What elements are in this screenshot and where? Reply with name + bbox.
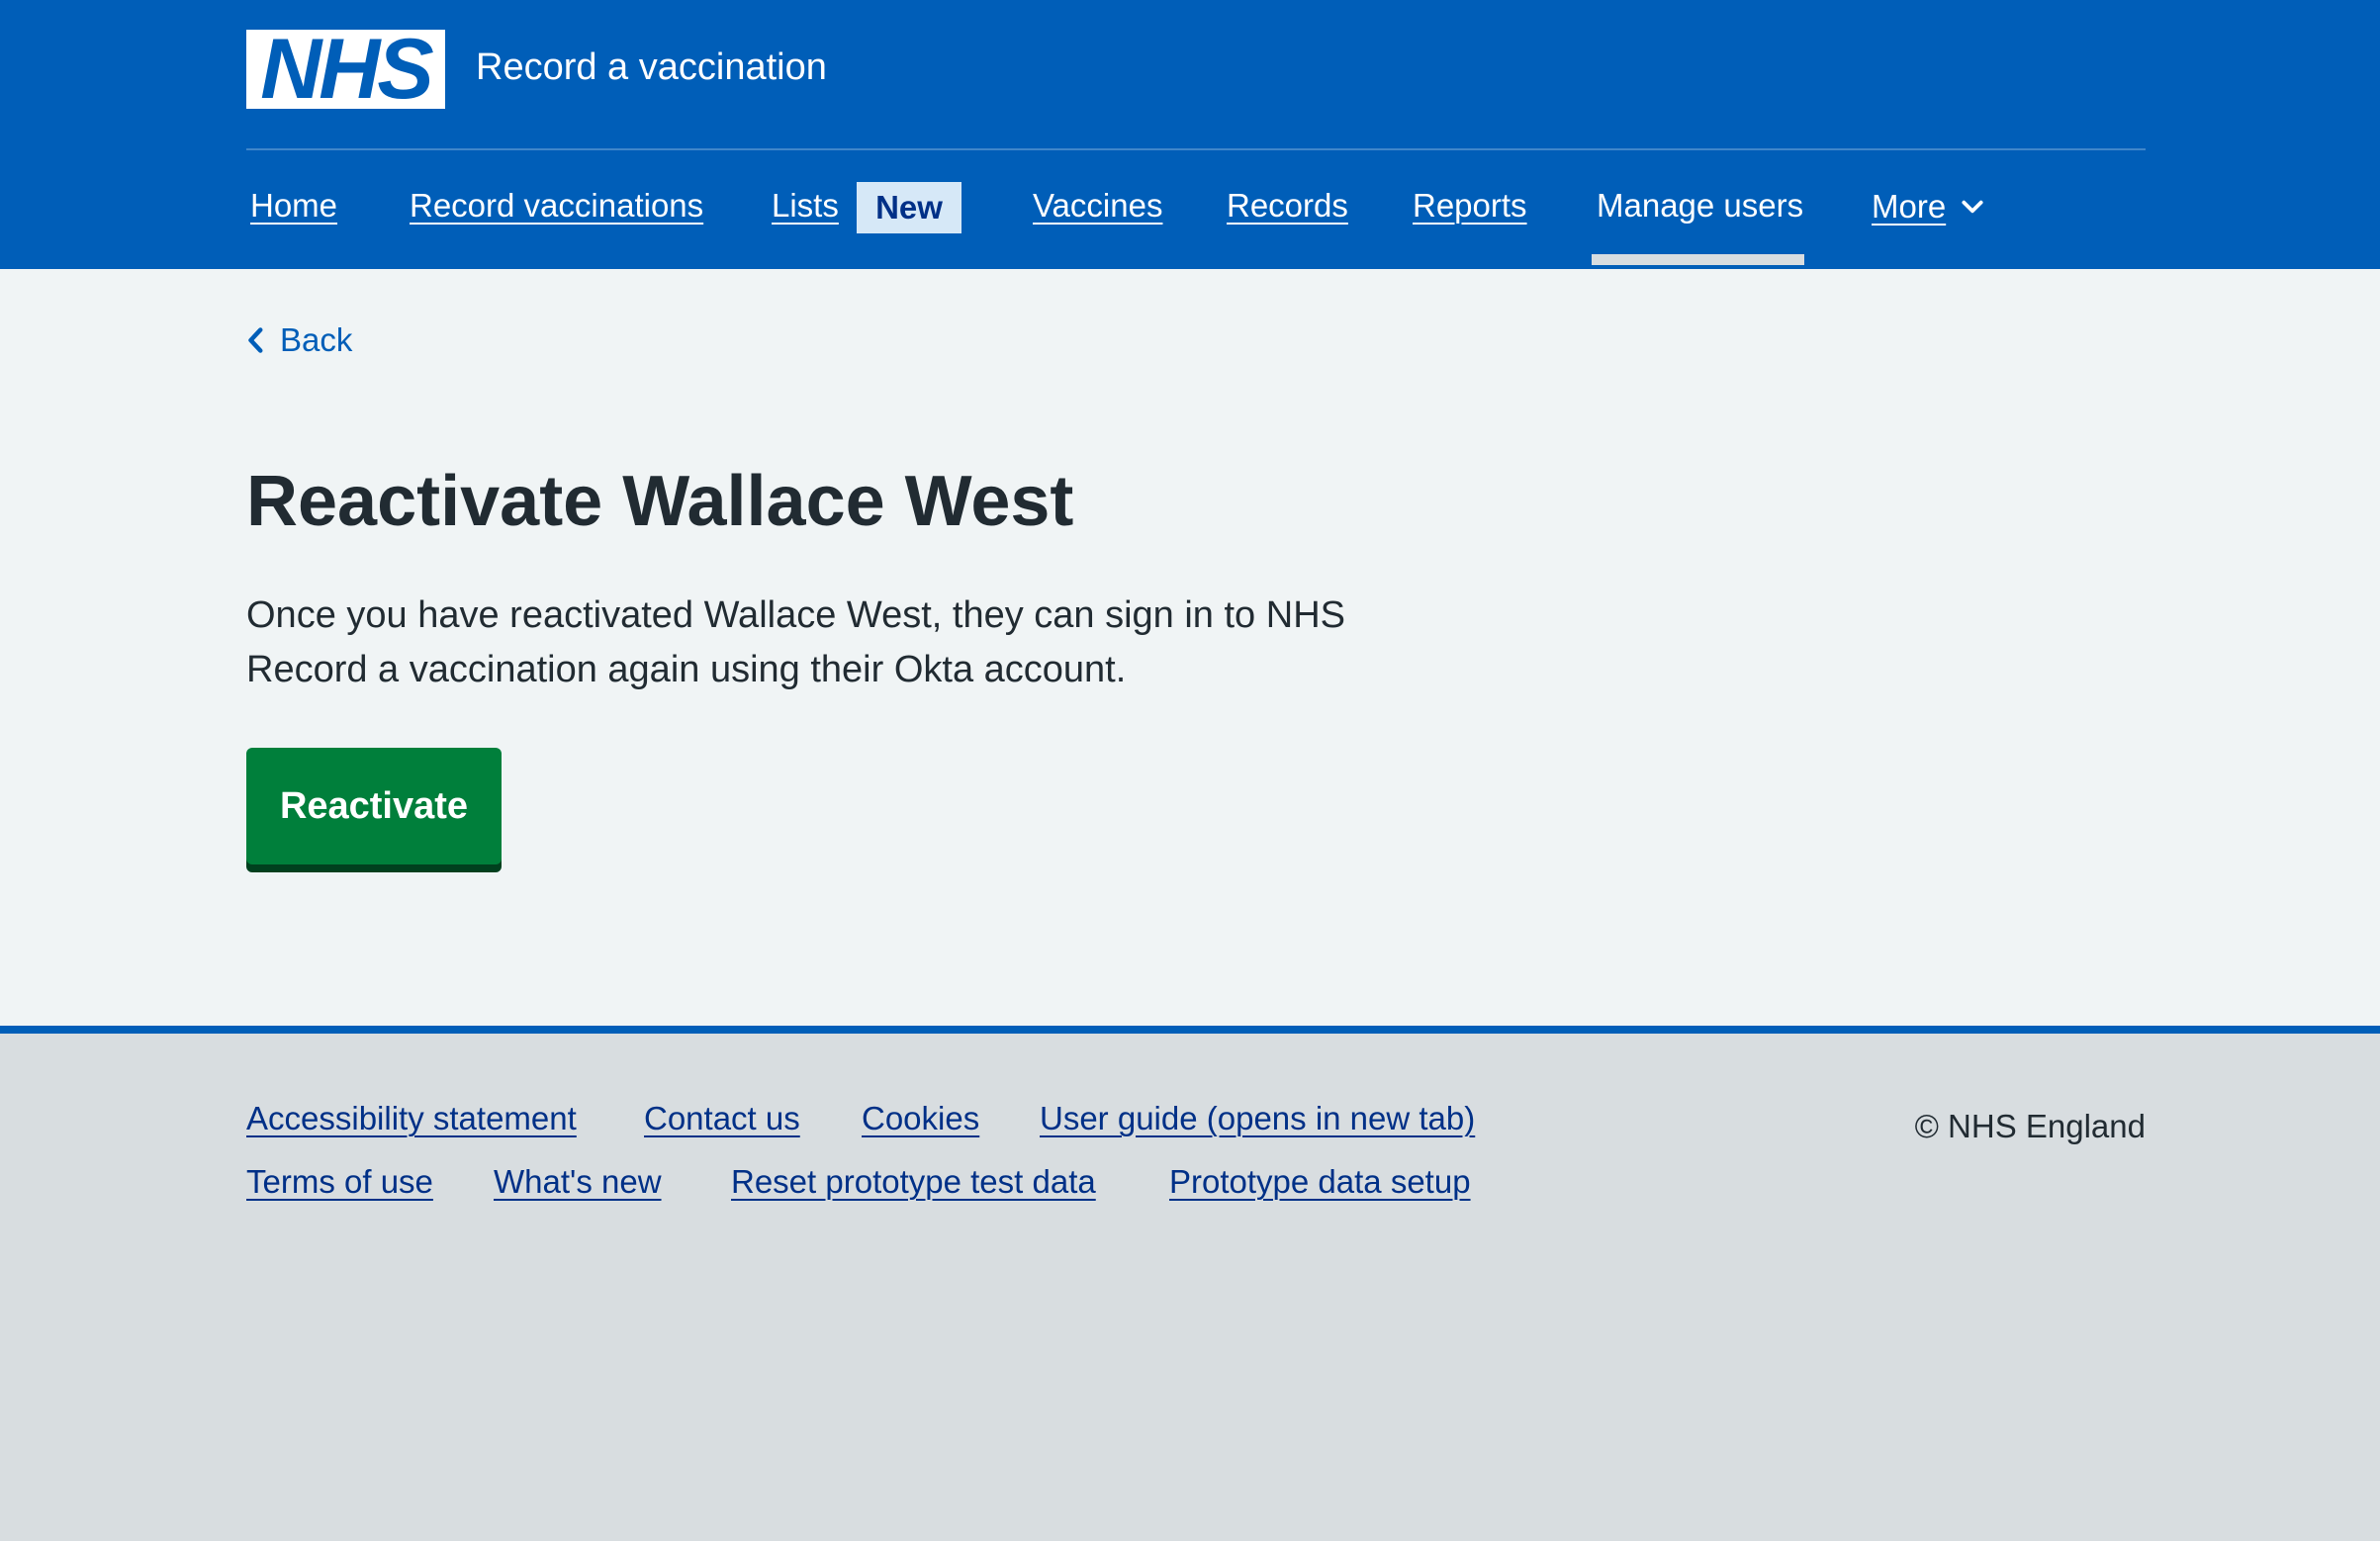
back-link[interactable]: Back: [246, 318, 352, 362]
footer-link-reset-prototype-test-data[interactable]: Reset prototype test data: [731, 1160, 1096, 1204]
main-content: Back Reactivate Wallace West Once you ha…: [0, 269, 2380, 1026]
footer-link-contact-us[interactable]: Contact us: [644, 1097, 800, 1140]
service-name[interactable]: Record a vaccination: [476, 44, 827, 91]
nhs-logo-text: NHS: [260, 22, 434, 117]
footer-link-cookies[interactable]: Cookies: [862, 1097, 979, 1140]
footer-link-terms-of-use[interactable]: Terms of use: [246, 1160, 433, 1204]
nav-item-more[interactable]: More: [1872, 184, 1946, 229]
current-page-indicator: [1592, 254, 1804, 265]
site-footer: Accessibility statement Contact us Cooki…: [0, 1026, 2380, 1541]
footer-link-accessibility-statement[interactable]: Accessibility statement: [246, 1097, 577, 1140]
reactivate-button[interactable]: Reactivate: [246, 748, 502, 864]
nav-item-manage-users[interactable]: Manage users: [1597, 183, 1803, 228]
chevron-down-icon: [1962, 200, 1983, 214]
nav-item-home[interactable]: Home: [250, 183, 337, 228]
nav-more-button[interactable]: More: [1872, 184, 1985, 229]
site-header: NHS Record a vaccination Home Record vac…: [0, 0, 2380, 269]
nav-item-records[interactable]: Records: [1227, 183, 1348, 228]
page-title: Reactivate Wallace West: [246, 462, 1074, 541]
footer-link-user-guide[interactable]: User guide (opens in new tab): [1040, 1097, 1475, 1140]
nav-item-vaccines[interactable]: Vaccines: [1033, 183, 1162, 228]
chevron-left-icon: [248, 327, 263, 353]
nav-item-record-vaccinations[interactable]: Record vaccinations: [410, 183, 703, 228]
back-link-label: Back: [280, 321, 353, 358]
nav-item-lists[interactable]: Lists: [772, 183, 839, 228]
header-divider: [246, 148, 2146, 150]
footer-link-prototype-data-setup[interactable]: Prototype data setup: [1169, 1160, 1471, 1204]
reactivate-description: Once you have reactivated Wallace West, …: [246, 594, 1345, 690]
new-tag: New: [857, 182, 961, 233]
footer-link-whats-new[interactable]: What's new: [494, 1160, 662, 1204]
nav-item-reports[interactable]: Reports: [1413, 183, 1527, 228]
copyright-text: © NHS England: [1914, 1108, 2146, 1144]
nhs-logo[interactable]: NHS: [246, 22, 445, 117]
